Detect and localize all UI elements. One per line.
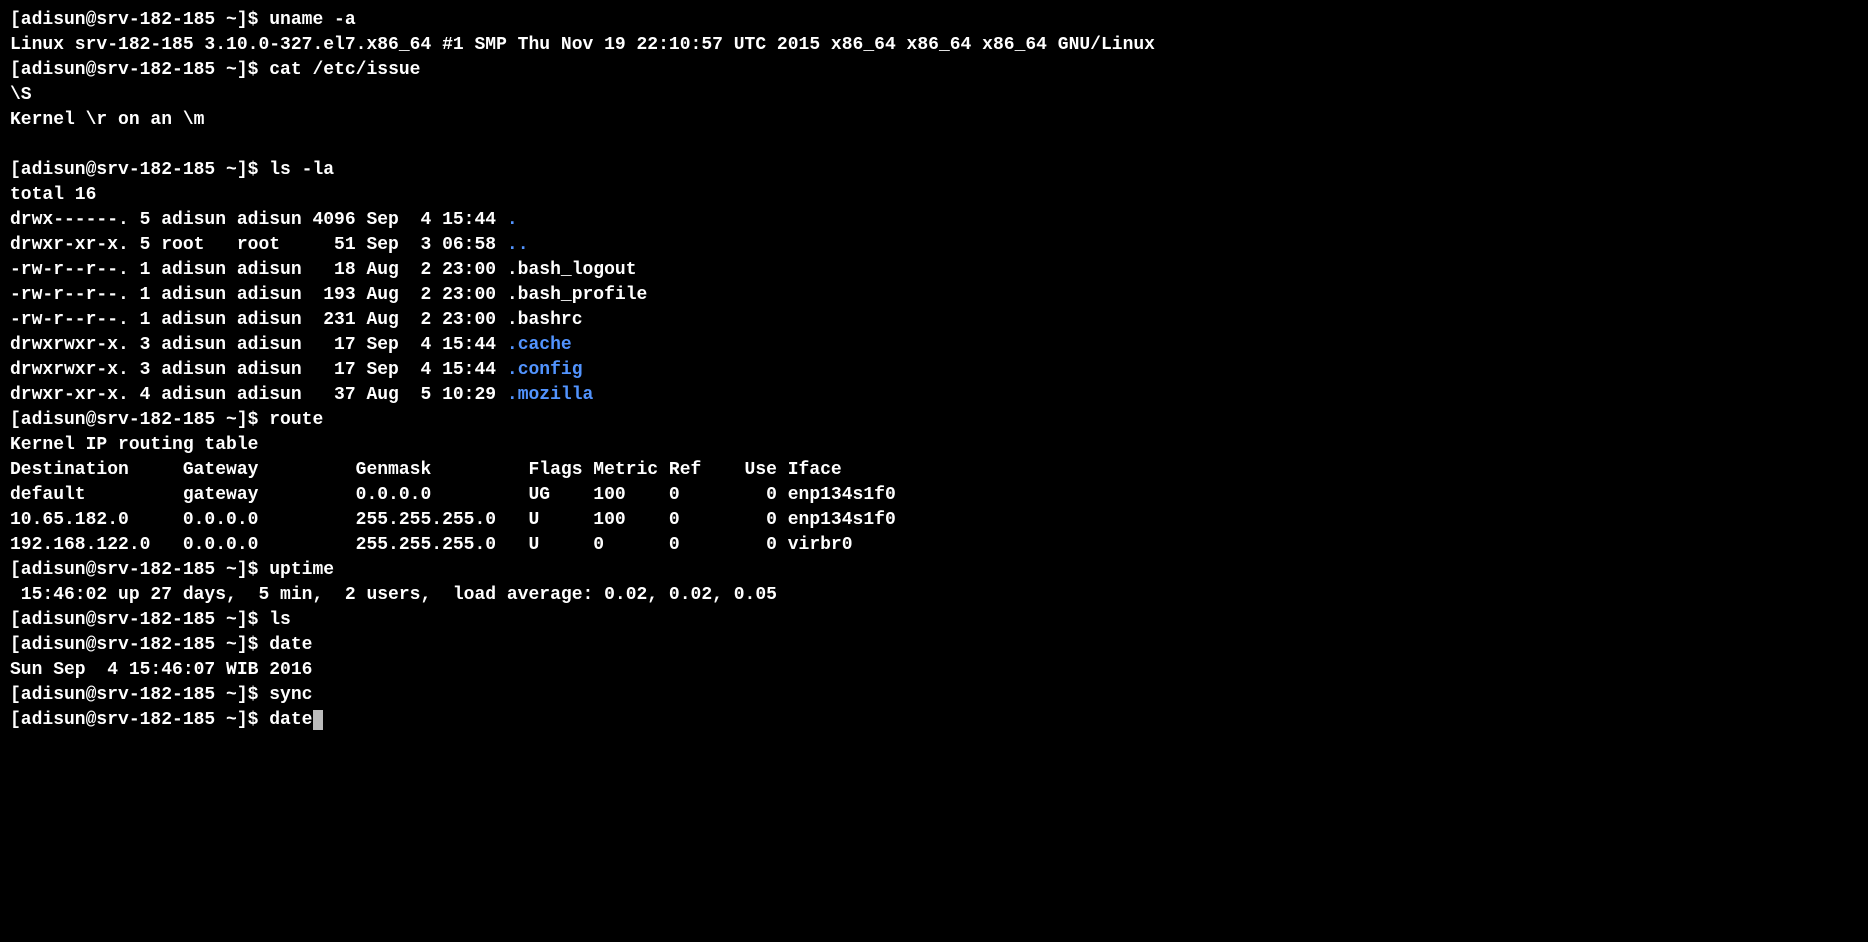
command-text: uptime	[269, 560, 334, 580]
shell-prompt: [adisun@srv-182-185 ~]$	[10, 610, 269, 630]
command-text: cat /etc/issue	[269, 60, 420, 80]
route-row: default gateway 0.0.0.0 UG 100 0 0 enp13…	[10, 483, 1858, 508]
shell-prompt: [adisun@srv-182-185 ~]$	[10, 60, 269, 80]
output-line: total 16	[10, 183, 1858, 208]
directory-name: .mozilla	[507, 385, 593, 405]
command-text: date	[269, 635, 312, 655]
ls-row: -rw-r--r--. 1 adisun adisun 231 Aug 2 23…	[10, 308, 1858, 333]
ls-row: drwxrwxr-x. 3 adisun adisun 17 Sep 4 15:…	[10, 333, 1858, 358]
command-line-current[interactable]: [adisun@srv-182-185 ~]$ date	[10, 708, 1858, 733]
output-line: Kernel \r on an \m	[10, 108, 1858, 133]
command-line: [adisun@srv-182-185 ~]$ uptime	[10, 558, 1858, 583]
output-line: 15:46:02 up 27 days, 5 min, 2 users, loa…	[10, 583, 1858, 608]
shell-prompt: [adisun@srv-182-185 ~]$	[10, 710, 269, 730]
command-line: [adisun@srv-182-185 ~]$ date	[10, 633, 1858, 658]
shell-prompt: [adisun@srv-182-185 ~]$	[10, 635, 269, 655]
ls-row: drwxr-xr-x. 4 adisun adisun 37 Aug 5 10:…	[10, 383, 1858, 408]
command-text: ls	[269, 610, 291, 630]
route-row: 192.168.122.0 0.0.0.0 255.255.255.0 U 0 …	[10, 533, 1858, 558]
directory-name: ..	[507, 235, 529, 255]
ls-row: -rw-r--r--. 1 adisun adisun 18 Aug 2 23:…	[10, 258, 1858, 283]
terminal[interactable]: [adisun@srv-182-185 ~]$ uname -a Linux s…	[10, 8, 1858, 733]
output-line: \S	[10, 83, 1858, 108]
ls-row: drwxrwxr-x. 3 adisun adisun 17 Sep 4 15:…	[10, 358, 1858, 383]
command-text: route	[269, 410, 323, 430]
ls-meta: drwx------. 5 adisun adisun 4096 Sep 4 1…	[10, 210, 507, 230]
shell-prompt: [adisun@srv-182-185 ~]$	[10, 160, 269, 180]
command-line: [adisun@srv-182-185 ~]$ route	[10, 408, 1858, 433]
directory-name: .config	[507, 360, 583, 380]
command-line: [adisun@srv-182-185 ~]$ ls	[10, 608, 1858, 633]
command-text: uname -a	[269, 10, 355, 30]
command-text: date	[269, 710, 312, 730]
ls-meta: drwxrwxr-x. 3 adisun adisun 17 Sep 4 15:…	[10, 360, 507, 380]
directory-name: .cache	[507, 335, 572, 355]
command-line: [adisun@srv-182-185 ~]$ ls -la	[10, 158, 1858, 183]
shell-prompt: [adisun@srv-182-185 ~]$	[10, 685, 269, 705]
ls-meta: drwxr-xr-x. 5 root root 51 Sep 3 06:58	[10, 235, 507, 255]
output-line: Kernel IP routing table	[10, 433, 1858, 458]
cursor-icon	[313, 710, 323, 730]
ls-row: drwx------. 5 adisun adisun 4096 Sep 4 1…	[10, 208, 1858, 233]
output-line: Sun Sep 4 15:46:07 WIB 2016	[10, 658, 1858, 683]
ls-row: drwxr-xr-x. 5 root root 51 Sep 3 06:58 .…	[10, 233, 1858, 258]
ls-meta: drwxr-xr-x. 4 adisun adisun 37 Aug 5 10:…	[10, 385, 507, 405]
directory-name: .	[507, 210, 518, 230]
ls-meta: drwxrwxr-x. 3 adisun adisun 17 Sep 4 15:…	[10, 335, 507, 355]
output-line: Linux srv-182-185 3.10.0-327.el7.x86_64 …	[10, 33, 1858, 58]
shell-prompt: [adisun@srv-182-185 ~]$	[10, 560, 269, 580]
command-text: ls -la	[269, 160, 334, 180]
shell-prompt: [adisun@srv-182-185 ~]$	[10, 410, 269, 430]
command-line: [adisun@srv-182-185 ~]$ sync	[10, 683, 1858, 708]
command-line: [adisun@srv-182-185 ~]$ cat /etc/issue	[10, 58, 1858, 83]
route-header: Destination Gateway Genmask Flags Metric…	[10, 458, 1858, 483]
shell-prompt: [adisun@srv-182-185 ~]$	[10, 10, 269, 30]
ls-row: -rw-r--r--. 1 adisun adisun 193 Aug 2 23…	[10, 283, 1858, 308]
route-row: 10.65.182.0 0.0.0.0 255.255.255.0 U 100 …	[10, 508, 1858, 533]
command-line: [adisun@srv-182-185 ~]$ uname -a	[10, 8, 1858, 33]
blank-line	[10, 133, 1858, 158]
command-text: sync	[269, 685, 312, 705]
